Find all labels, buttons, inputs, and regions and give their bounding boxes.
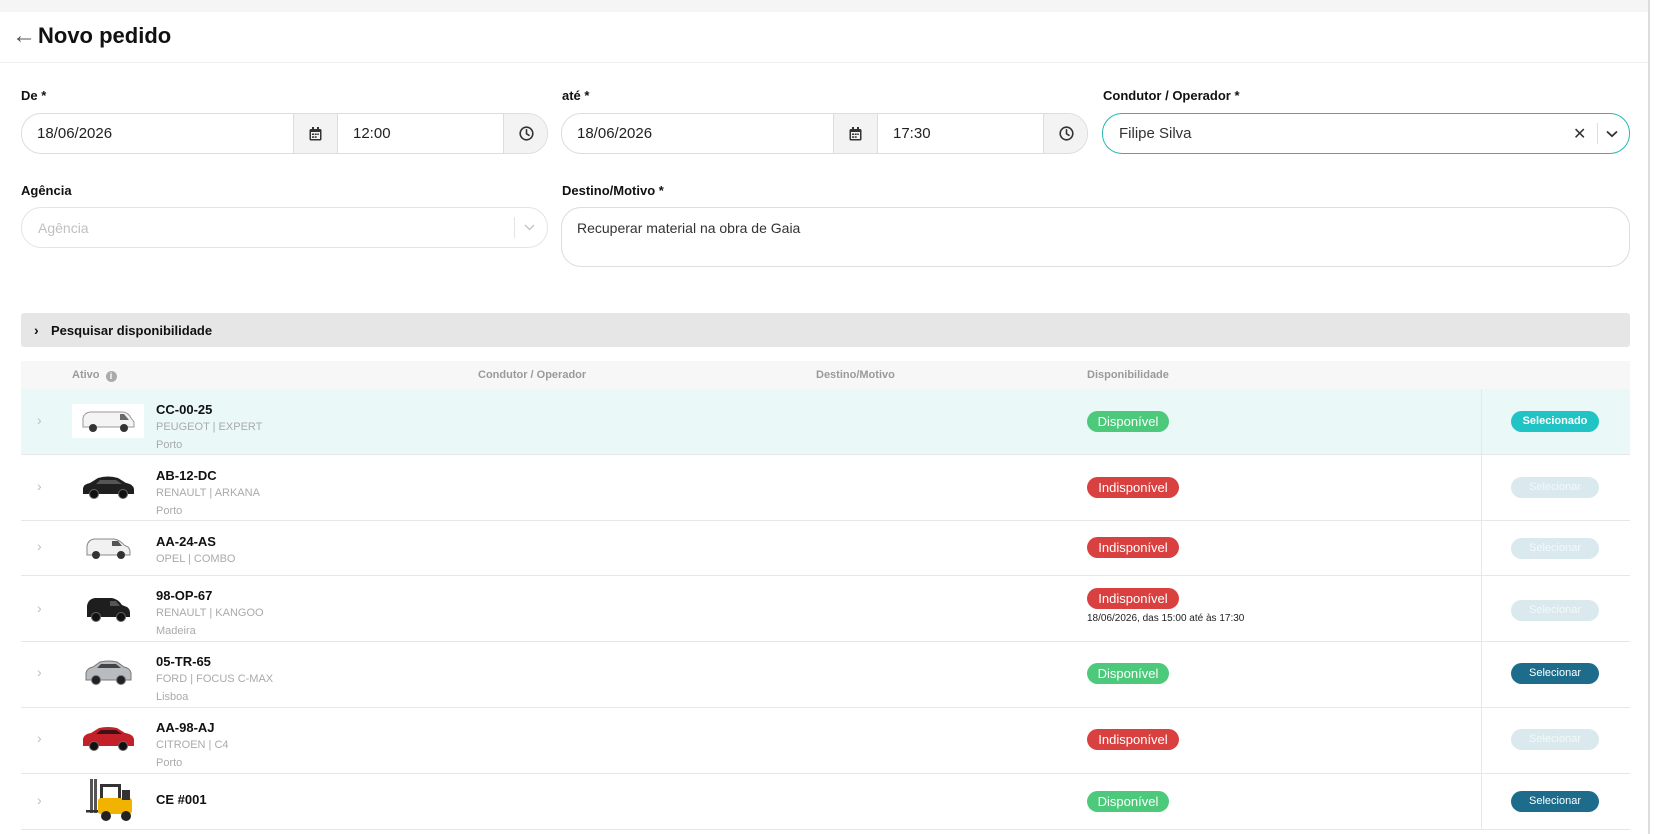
column-header-asset: Ativo i	[72, 369, 117, 382]
page-title: Novo pedido	[38, 23, 172, 48]
status-badge: Disponível	[1087, 663, 1169, 684]
chevron-right-icon[interactable]: ›	[37, 600, 42, 616]
table-row[interactable]: › 98-OP-67 RENAULT | KANGOO Madeira Indi…	[21, 576, 1630, 642]
column-header-destination: Destino/Motivo	[816, 369, 895, 381]
agency-select[interactable]: Agência	[21, 207, 548, 248]
order-panel: ← Novo pedido De * 18/06/2026 12:00 até …	[0, 12, 1648, 834]
scrollbar[interactable]	[1648, 0, 1656, 834]
vehicle-plate: AA-24-AS	[156, 534, 216, 549]
table-row[interactable]: › AA-98-AJ CITROEN | C4 Porto Indisponív…	[21, 708, 1630, 774]
vehicle-plate: CE #001	[156, 792, 207, 807]
unavailability-note: 18/06/2026, das 15:00 até às 17:30	[1087, 613, 1245, 624]
clear-icon[interactable]: ✕	[1573, 114, 1587, 153]
agency-placeholder: Agência	[38, 219, 89, 236]
top-strip	[0, 0, 1656, 12]
status-badge: Indisponível	[1087, 477, 1179, 498]
from-datetime-field: 18/06/2026 12:00	[21, 113, 548, 154]
agency-label: Agência	[21, 183, 72, 198]
status-badge: Indisponível	[1087, 537, 1179, 558]
vehicle-plate: 98-OP-67	[156, 588, 213, 603]
select-button[interactable]: Selecionar	[1511, 663, 1599, 684]
chevron-right-icon[interactable]: ›	[37, 664, 42, 680]
table-row[interactable]: › 05-TR-65 FORD | FOCUS C-MAX Lisboa Dis…	[21, 642, 1630, 708]
column-header-availability: Disponibilidade	[1087, 369, 1169, 381]
select-button[interactable]: Selecionar	[1511, 729, 1599, 750]
vehicle-model: RENAULT | ARKANA	[156, 487, 260, 499]
vehicle-location: Porto	[156, 757, 183, 769]
table-row[interactable]: › AB-12-DC RENAULT | ARKANA Porto Indisp…	[21, 455, 1630, 521]
page-header: ← Novo pedido	[0, 12, 1648, 63]
vehicle-image	[72, 404, 144, 438]
select-button[interactable]: Selecionar	[1511, 600, 1599, 621]
chevron-right-icon[interactable]: ›	[37, 412, 42, 428]
vehicle-image	[72, 470, 144, 504]
vehicle-model: FORD | FOCUS C-MAX	[156, 673, 274, 685]
vehicle-plate: CC-00-25	[156, 402, 213, 417]
vehicle-image	[72, 592, 144, 626]
status-badge: Disponível	[1087, 411, 1169, 432]
to-label: até *	[562, 88, 590, 103]
arrow-left-icon[interactable]: ←	[12, 24, 36, 48]
to-date-input[interactable]: 18/06/2026	[577, 114, 817, 153]
to-time-input[interactable]: 17:30	[893, 114, 1033, 153]
vehicle-image	[72, 531, 144, 565]
info-icon[interactable]: i	[105, 371, 117, 382]
vehicle-model: CITROEN | C4	[156, 739, 229, 751]
from-label: De *	[21, 88, 47, 103]
vehicle-location: Porto	[156, 505, 183, 517]
vehicle-model: OPEL | COMBO	[156, 553, 236, 565]
table-row[interactable]: › CE #001 Disponível Selecionar	[21, 774, 1630, 830]
chevron-down-icon[interactable]	[1606, 114, 1622, 153]
destination-textarea[interactable]: Recuperar material na obra de Gaia	[561, 207, 1630, 267]
table-row[interactable]: › AA-24-AS OPEL | COMBO Indisponível Sel…	[21, 521, 1630, 576]
clock-icon[interactable]	[1044, 114, 1087, 153]
vehicle-plate: 05-TR-65	[156, 654, 211, 669]
to-datetime-field: 18/06/2026 17:30	[561, 113, 1088, 154]
chevron-down-icon[interactable]	[524, 208, 538, 247]
vehicle-image	[72, 722, 144, 756]
vehicle-image	[72, 776, 144, 824]
table-header: Ativo i Condutor / Operador Destino/Motiv…	[21, 361, 1630, 389]
destination-label: Destino/Motivo *	[562, 183, 664, 198]
clock-icon[interactable]	[504, 114, 547, 153]
driver-value: Filipe Silva	[1119, 125, 1192, 142]
chevron-right-icon[interactable]: ›	[37, 538, 42, 554]
vehicle-image	[72, 656, 144, 690]
vehicle-model: PEUGEOT | EXPERT	[156, 421, 263, 433]
driver-label: Condutor / Operador *	[1103, 88, 1240, 103]
status-badge: Disponível	[1087, 791, 1169, 812]
from-date-input[interactable]: 18/06/2026	[37, 114, 277, 153]
select-button[interactable]: Selecionar	[1511, 477, 1599, 498]
driver-select[interactable]: Filipe Silva ✕	[1102, 113, 1630, 154]
status-badge: Indisponível	[1087, 729, 1179, 750]
vehicle-location: Lisboa	[156, 691, 189, 703]
chevron-right-icon[interactable]: ›	[37, 730, 42, 746]
vehicle-model: RENAULT | KANGOO	[156, 607, 264, 619]
search-availability-toggle[interactable]: › Pesquisar disponibilidade	[21, 313, 1630, 347]
selected-button[interactable]: Selecionado	[1511, 411, 1599, 432]
search-availability-label: Pesquisar disponibilidade	[51, 322, 213, 338]
vehicle-location: Madeira	[156, 625, 196, 637]
select-button[interactable]: Selecionar	[1511, 791, 1599, 812]
vehicle-location: Porto	[156, 439, 183, 451]
chevron-right-icon[interactable]: ›	[37, 792, 42, 808]
vehicle-plate: AA-98-AJ	[156, 720, 215, 735]
chevron-right-icon: ›	[34, 322, 39, 338]
status-badge: Indisponível	[1087, 588, 1179, 609]
chevron-right-icon[interactable]: ›	[37, 478, 42, 494]
calendar-icon[interactable]	[834, 114, 877, 153]
calendar-icon[interactable]	[294, 114, 337, 153]
select-button[interactable]: Selecionar	[1511, 538, 1599, 559]
from-time-input[interactable]: 12:00	[353, 114, 493, 153]
vehicle-plate: AB-12-DC	[156, 468, 217, 483]
column-header-driver: Condutor / Operador	[478, 369, 587, 381]
table-row[interactable]: › CC-00-25 PEUGEOT | EXPERT Porto Dispon…	[21, 389, 1630, 455]
